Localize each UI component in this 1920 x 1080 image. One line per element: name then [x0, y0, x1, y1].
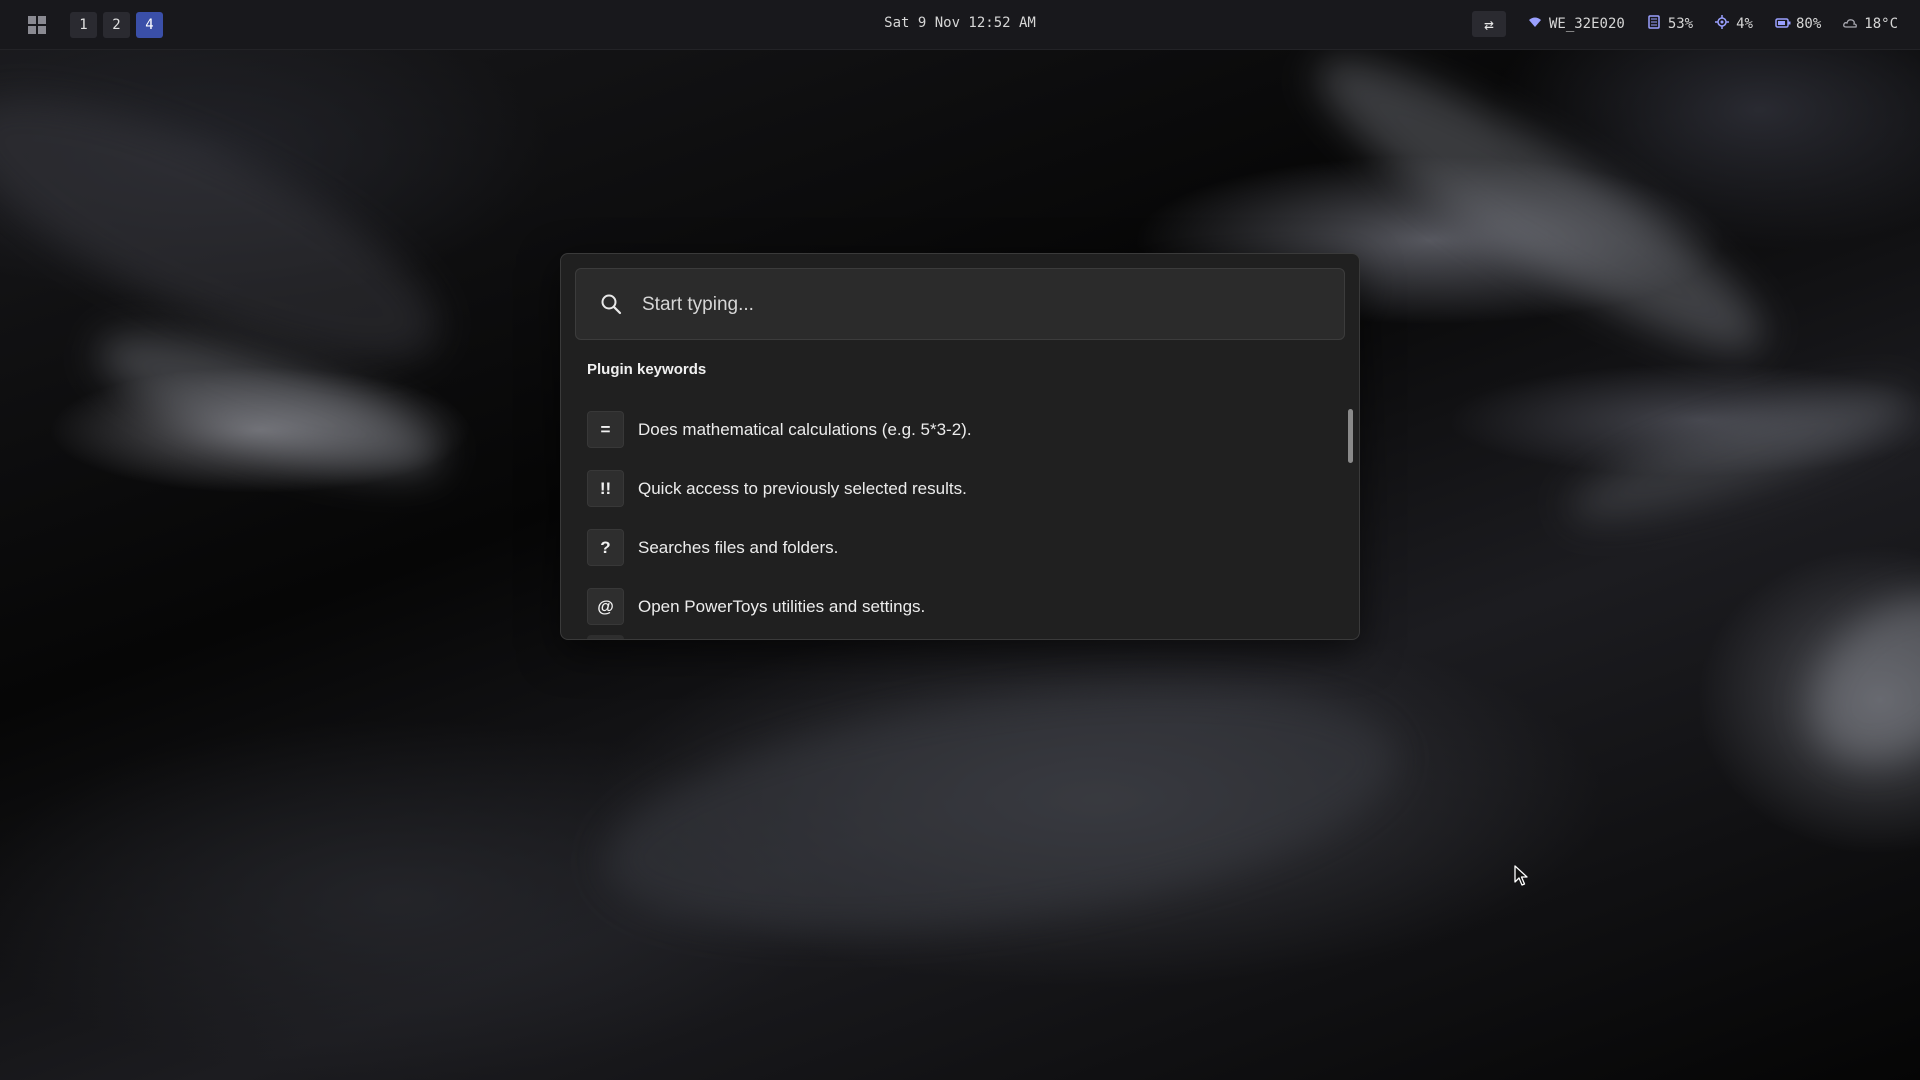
- workspace-4-button[interactable]: 4: [136, 12, 163, 38]
- keyword-badge: =: [587, 411, 624, 448]
- wifi-icon: [1528, 16, 1542, 32]
- result-description: Searches files and folders.: [638, 537, 839, 557]
- result-item-history[interactable]: !! Quick access to previously selected r…: [587, 459, 1327, 518]
- top-status-bar: 1 2 4 Sat 9 Nov 12:52 AM ⇄ WE_32E020 53%…: [0, 0, 1920, 50]
- windows-logo-icon[interactable]: [28, 16, 46, 34]
- cpu-value: 4%: [1736, 16, 1753, 32]
- swap-arrows-icon[interactable]: ⇄: [1471, 11, 1506, 37]
- temperature-value: 18°C: [1864, 16, 1898, 32]
- memory-status[interactable]: 53%: [1647, 15, 1693, 33]
- result-description: Open PowerToys utilities and settings.: [638, 596, 926, 616]
- cpu-icon: [1715, 15, 1730, 33]
- clock-text[interactable]: Sat 9 Nov 12:52 AM: [884, 15, 1036, 31]
- result-description: Quick access to previously selected resu…: [638, 478, 967, 498]
- search-icon: [601, 294, 622, 315]
- section-title: Plugin keywords: [587, 361, 707, 378]
- keyword-badge: @: [587, 588, 624, 625]
- search-input[interactable]: [640, 286, 1324, 324]
- workspace-switcher: 1 2 4: [70, 12, 163, 38]
- result-description: Does mathematical calculations (e.g. 5*3…: [638, 419, 972, 439]
- search-box[interactable]: [575, 268, 1345, 340]
- keyword-badge: ?: [587, 529, 624, 566]
- memory-value: 53%: [1667, 16, 1694, 32]
- result-item-file-search[interactable]: ? Searches files and folders.: [587, 518, 1327, 577]
- results-list: = Does mathematical calculations (e.g. 5…: [587, 400, 1327, 636]
- wifi-name: WE_32E020: [1548, 16, 1625, 32]
- battery-value: 80%: [1795, 16, 1822, 32]
- weather-status[interactable]: 18°C: [1843, 16, 1898, 32]
- result-item-powertoys[interactable]: @ Open PowerToys utilities and settings.: [587, 577, 1327, 636]
- powertoys-run-launcher: Plugin keywords = Does mathematical calc…: [560, 253, 1360, 640]
- memory-icon: [1647, 15, 1661, 33]
- cloud-icon: [1843, 17, 1858, 32]
- system-tray: ⇄ WE_32E020 53% 4% 80% 18°C: [1471, 11, 1898, 37]
- workspace-2-button[interactable]: 2: [103, 12, 130, 38]
- cpu-status[interactable]: 4%: [1715, 15, 1753, 33]
- mouse-pointer-icon: [1514, 865, 1528, 886]
- results-scrollbar[interactable]: [1348, 409, 1353, 463]
- workspace-1-button[interactable]: 1: [70, 12, 97, 38]
- battery-status[interactable]: 80%: [1775, 16, 1821, 32]
- battery-icon: [1775, 17, 1791, 32]
- wifi-status[interactable]: WE_32E020: [1528, 16, 1625, 32]
- next-result-peek: [587, 635, 624, 639]
- keyword-badge: !!: [587, 470, 624, 507]
- result-item-calculator[interactable]: = Does mathematical calculations (e.g. 5…: [587, 400, 1327, 459]
